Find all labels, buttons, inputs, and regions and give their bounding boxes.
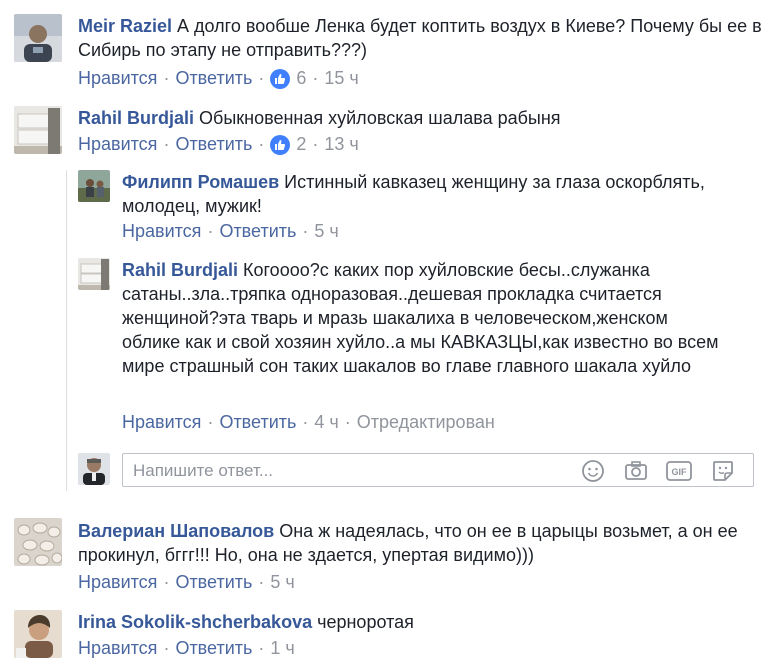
author-name[interactable]: Филипп Ромашев: [122, 172, 279, 192]
timestamp[interactable]: 15 ч: [324, 68, 358, 89]
author-name[interactable]: Валериан Шаповалов: [78, 521, 274, 541]
current-user-avatar: [78, 453, 110, 485]
comment-text: черноротая: [317, 612, 414, 632]
author-name[interactable]: Meir Raziel: [78, 16, 172, 36]
gif-icon[interactable]: GIF: [666, 458, 692, 484]
timestamp[interactable]: 5 ч: [314, 221, 338, 242]
edited-label[interactable]: Отредактирован: [357, 412, 495, 433]
svg-text:GIF: GIF: [672, 467, 688, 477]
like-link[interactable]: Нравится: [122, 412, 201, 433]
avatar[interactable]: [78, 258, 110, 290]
like-link[interactable]: Нравится: [78, 572, 157, 593]
thumbs-up-icon[interactable]: [270, 68, 291, 89]
timestamp[interactable]: 5 ч: [270, 572, 294, 593]
reply-link[interactable]: Ответить: [175, 134, 252, 155]
author-name[interactable]: Rahil Burdjali: [122, 260, 238, 280]
reply-input[interactable]: [131, 458, 565, 484]
comment-text: Обыкновенная хуйловская шалава рабыня: [199, 108, 561, 128]
avatar[interactable]: [14, 14, 62, 62]
comment-text: А долго вообше Ленка будет коптить возду…: [78, 16, 762, 60]
reply-link[interactable]: Ответить: [175, 68, 252, 89]
reply-thread-line: [66, 170, 67, 491]
avatar[interactable]: [14, 106, 62, 154]
avatar[interactable]: [14, 518, 62, 566]
avatar[interactable]: [78, 170, 110, 202]
timestamp[interactable]: 1 ч: [270, 638, 294, 659]
like-link[interactable]: Нравится: [122, 221, 201, 242]
reply-link[interactable]: Ответить: [175, 638, 252, 659]
sticker-icon[interactable]: [710, 458, 736, 484]
reply-link[interactable]: Ответить: [219, 221, 296, 242]
reaction-count[interactable]: 2: [296, 134, 306, 155]
thumbs-up-icon[interactable]: [270, 134, 291, 155]
reply-link[interactable]: Ответить: [175, 572, 252, 593]
camera-icon[interactable]: [623, 458, 649, 484]
like-link[interactable]: Нравится: [78, 134, 157, 155]
reaction-count[interactable]: 6: [296, 68, 306, 89]
timestamp[interactable]: 13 ч: [324, 134, 358, 155]
timestamp[interactable]: 4 ч: [314, 412, 338, 433]
reply-link[interactable]: Ответить: [219, 412, 296, 433]
avatar[interactable]: [14, 610, 62, 658]
like-link[interactable]: Нравится: [78, 638, 157, 659]
author-name[interactable]: Rahil Burdjali: [78, 108, 194, 128]
smiley-icon[interactable]: [580, 458, 606, 484]
reply-composer: GIF: [122, 453, 754, 487]
author-name[interactable]: Irina Sokolik-shcherbakova: [78, 612, 312, 632]
like-link[interactable]: Нравится: [78, 68, 157, 89]
